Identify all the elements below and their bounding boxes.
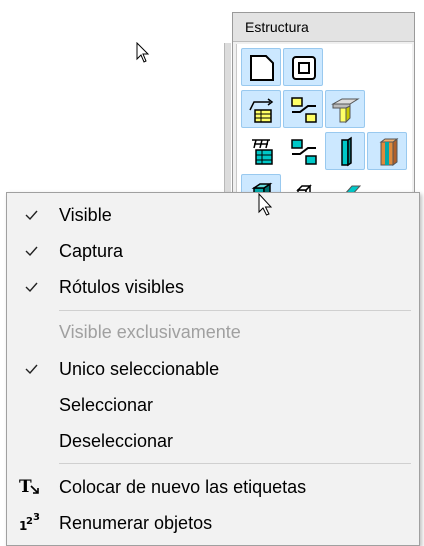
tool-button-opening[interactable] — [283, 48, 323, 86]
tool-button-column-table[interactable] — [241, 132, 281, 170]
svg-text:3: 3 — [33, 512, 40, 523]
checkmark-icon — [25, 282, 38, 293]
tool-button-load-table[interactable] — [241, 90, 281, 128]
column-icon — [341, 136, 352, 167]
menu-separator — [59, 463, 411, 464]
menu-item-captura[interactable]: Captura — [7, 236, 419, 266]
menu-item-label: Visible exclusivamente — [59, 322, 241, 342]
opening-icon — [292, 56, 316, 80]
menu-item-label: Visible — [59, 205, 112, 225]
column-table-icon — [252, 139, 273, 165]
slab-outline-icon — [250, 55, 274, 81]
menu-item-label: Captura — [59, 241, 124, 261]
context-menu: Visible Captura Rótulos visibles Visible… — [6, 192, 420, 546]
menu-item-visible-exclusivamente: Visible exclusivamente — [7, 317, 419, 347]
mouse-pointer-icon — [136, 42, 150, 63]
menu-item-deseleccionar[interactable]: Deseleccionar — [7, 426, 419, 456]
toolbar-grid — [236, 44, 412, 213]
menu-item-rotulos-visibles[interactable]: Rótulos visibles — [7, 272, 419, 302]
tool-button-beam-connection[interactable] — [283, 90, 323, 128]
menu-item-seleccionar[interactable]: Seleccionar — [7, 390, 419, 420]
checkmark-icon — [25, 364, 38, 375]
svg-text:T: T — [19, 477, 32, 497]
structure-toolbar-panel: Estructura — [224, 12, 415, 214]
checkmark-icon — [25, 246, 38, 257]
menu-item-unico-seleccionable[interactable]: Unico seleccionable — [7, 354, 419, 384]
menu-item-visible[interactable]: Visible — [7, 200, 419, 230]
column-connection-icon — [291, 139, 317, 165]
menu-item-label: Colocar de nuevo las etiquetas — [59, 477, 307, 497]
load-table-icon — [249, 98, 274, 123]
checkmark-icon — [25, 210, 38, 221]
tool-button-beam-3d[interactable] — [325, 90, 365, 128]
menu-item-label: Unico seleccionable — [59, 359, 220, 379]
menu-item-label: Seleccionar — [59, 395, 154, 415]
tool-button-column-3d[interactable] — [367, 132, 407, 170]
menu-separator — [59, 310, 411, 311]
tool-button-slab-outline[interactable] — [241, 48, 281, 86]
menu-item-renumerar-objetos[interactable]: 1 2 3 Renumerar objetos — [7, 508, 419, 538]
menu-item-colocar-etiquetas[interactable]: T Colocar de nuevo las etiquetas — [7, 472, 419, 502]
text-reposition-icon: T — [19, 477, 39, 497]
column-3d-icon — [379, 138, 399, 166]
panel-title: Estructura — [233, 13, 414, 42]
svg-text:2: 2 — [26, 516, 33, 527]
beam-connection-icon — [291, 97, 317, 123]
beam-3d-icon — [331, 98, 360, 124]
panel-resize-strip[interactable] — [224, 43, 231, 213]
menu-item-label: Renumerar objetos — [59, 513, 213, 533]
menu-item-label: Deseleccionar — [59, 431, 174, 451]
menu-item-label: Rótulos visibles — [59, 277, 185, 297]
tool-button-column[interactable] — [325, 132, 365, 170]
tool-button-column-connection[interactable] — [283, 132, 323, 170]
mouse-pointer-icon — [258, 193, 273, 216]
renumber-icon: 1 2 3 — [19, 512, 40, 533]
